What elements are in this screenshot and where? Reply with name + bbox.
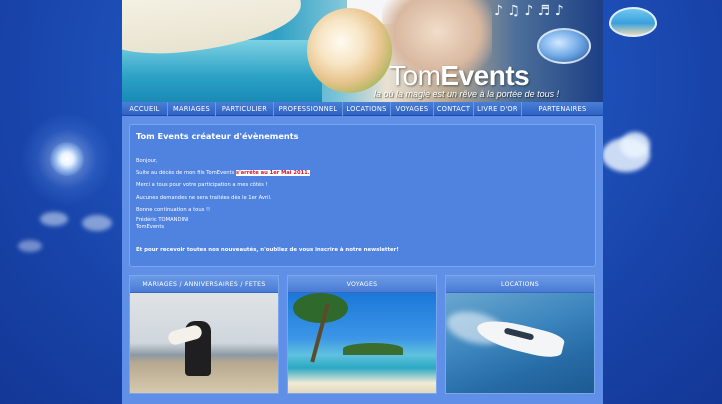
announcement-box: Tom Events créateur d'évènements Bonjour… xyxy=(129,124,596,267)
wedding-photo[interactable] xyxy=(130,293,278,393)
panel-mariages[interactable]: MARIAGES / ANNIVERSAIRES / FETES xyxy=(129,275,279,394)
nav-item-voyages[interactable]: VOYAGES xyxy=(391,101,434,116)
tropical-beach-photo[interactable] xyxy=(288,293,436,393)
cloud-icon xyxy=(82,215,112,231)
brand-logo[interactable]: TomEvents xyxy=(389,60,530,92)
yacht-photo[interactable] xyxy=(446,293,594,393)
beach-photo-bubble xyxy=(609,7,657,37)
nav-item-livre-dor[interactable]: LIVRE D'OR xyxy=(474,101,522,116)
nav-item-contact[interactable]: CONTACT xyxy=(434,101,474,116)
panel-locations-title[interactable]: LOCATIONS xyxy=(446,276,594,293)
announcement-line-4: Bonne continuation a tous !! xyxy=(136,206,211,213)
announcement-line-1: Suite au décès de mon fils TomEvents s'a… xyxy=(136,170,589,177)
announcement-line-2: Merci a tous pour votre participation a … xyxy=(136,182,268,189)
cloud-icon xyxy=(18,240,42,252)
panel-locations[interactable]: LOCATIONS xyxy=(445,275,595,394)
nav-item-professionnel[interactable]: PROFESSIONNEL xyxy=(274,101,343,116)
music-notes-icon: ♪ ♫ ♪ ♬ ♪ xyxy=(494,3,564,19)
palm-leaves xyxy=(293,293,348,323)
greeting-text: Bonjour, xyxy=(136,158,158,164)
nav-item-particulier[interactable]: PARTICULIER xyxy=(216,101,274,116)
yacht-hull xyxy=(474,314,566,362)
brand-name-events: Events xyxy=(440,60,530,91)
header-banner: ♪ ♫ ♪ ♬ ♪ TomEvents la où la magie est u… xyxy=(122,0,603,102)
bouquet-image xyxy=(307,8,392,93)
panel-voyages-title[interactable]: VOYAGES xyxy=(288,276,436,293)
announcement-line-1-prefix: Suite au décès de mon fils TomEvents xyxy=(136,170,235,177)
nav-item-partenaires[interactable]: PARTENAIRES xyxy=(522,102,603,116)
signature-name: Frédéric TOMANDINI xyxy=(136,216,189,223)
page-container: ♪ ♫ ♪ ♬ ♪ TomEvents la où la magie est u… xyxy=(122,0,603,404)
island xyxy=(343,343,403,355)
main-nav: ACCUEIL MARIAGES PARTICULIER PROFESSIONN… xyxy=(122,101,603,116)
signature-company: TomEvents xyxy=(136,223,165,230)
announcement-highlight: s'arrête au 1er Mai 2011. xyxy=(235,170,310,177)
cloud-icon xyxy=(40,212,68,226)
nav-item-locations[interactable]: LOCATIONS xyxy=(343,101,391,116)
sun-icon xyxy=(50,142,84,176)
newsletter-text: Et pour recevoir toutes nos nouveautés, … xyxy=(136,246,399,253)
panel-voyages[interactable]: VOYAGES xyxy=(287,275,437,394)
brand-name-tom: Tom xyxy=(389,60,441,91)
cloud-icon xyxy=(620,132,650,158)
announcement-title: Tom Events créateur d'évènements xyxy=(136,131,299,141)
nav-item-accueil[interactable]: ACCUEIL xyxy=(122,101,168,116)
panel-mariages-title[interactable]: MARIAGES / ANNIVERSAIRES / FETES xyxy=(130,276,278,293)
nav-item-mariages[interactable]: MARIAGES xyxy=(168,101,216,116)
couple-photo-bubble xyxy=(537,28,591,64)
announcement-line-3: Aucunes demandes ne sera traitées dès le… xyxy=(136,194,272,201)
brand-tagline: la où la magie est un rêve à la portée d… xyxy=(374,89,560,99)
